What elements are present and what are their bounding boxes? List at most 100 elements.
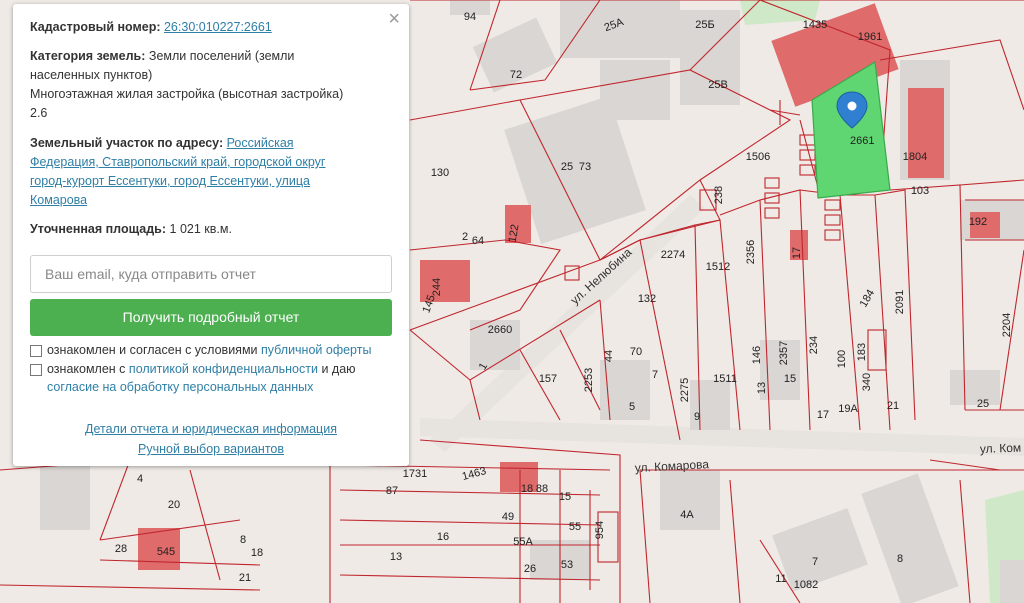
parcel-number-label: 55А [513, 536, 533, 548]
offer-consent-text: ознакомлен и согласен с условиями публич… [47, 341, 392, 359]
parcel-number-label: 1511 [713, 373, 737, 385]
street-name-label: ул. Ком [980, 441, 1022, 456]
email-input[interactable] [30, 255, 392, 293]
parcel-number-label: 1804 [903, 151, 927, 163]
parcel-number-label: 1506 [746, 151, 770, 163]
parcel-number-label: 100 [836, 350, 848, 368]
address-link-3[interactable]: город-курорт Ессентуки, город Ессентуки,… [30, 174, 310, 188]
address-link-4[interactable]: Комарова [30, 193, 87, 207]
parcel-number-label: 2660 [488, 324, 512, 336]
close-icon[interactable]: × [388, 9, 400, 29]
area-label: Уточненная площадь: [30, 222, 167, 236]
privacy-consent-label: ознакомлен с [47, 362, 126, 376]
address-label: Земельный участок по адресу: [30, 136, 224, 150]
address-link-2[interactable]: Федерация, Ставропольский край, городско… [30, 155, 325, 169]
land-category-label: Категория земель: [30, 49, 146, 63]
parcel-number-label: 157 [539, 373, 557, 385]
parcel-number-label: 2 [462, 231, 468, 243]
parcel-number-label: 4А [680, 509, 694, 521]
parcel-number-label: 44 [603, 350, 615, 362]
parcel-number-label: 25 [561, 161, 573, 173]
parcel-number-label: 5 [629, 401, 635, 413]
parcel-number-label: 19А [838, 403, 858, 415]
parcel-number-label: 2204 [1001, 313, 1013, 337]
parcel-number-label: 53 [561, 559, 573, 571]
cadastral-number-link[interactable]: 26:30:010227:2661 [164, 20, 272, 34]
cadastral-number-row: Кадастровый номер: 26:30:010227:2661 [30, 18, 390, 37]
parcel-number-label: 954 [594, 521, 606, 539]
parcel-number-label: 72 [510, 69, 522, 81]
parcel-number-label: 15 [559, 491, 571, 503]
cadastral-number-label: Кадастровый номер: [30, 20, 161, 34]
details-link-row: Детали отчета и юридическая информация [13, 422, 409, 436]
parcel-number-label: 183 [856, 343, 868, 361]
privacy-consent-checkbox[interactable] [30, 364, 42, 376]
get-report-button[interactable]: Получить подробный отчет [30, 299, 392, 336]
report-details-link[interactable]: Детали отчета и юридическая информация [85, 422, 337, 436]
parcel-number-label: 25В [708, 79, 728, 91]
parcel-number-label: 2274 [661, 249, 685, 261]
parcel-number-label: 244 [431, 278, 443, 296]
parcel-number-label: 28 [115, 543, 127, 555]
land-usage-line-1: Многоэтажная жилая застройка (высотная з… [30, 87, 344, 101]
parcel-number-label: 21 [239, 572, 251, 584]
parcel-number-label: 8 [897, 553, 903, 565]
parcel-number-label: 88 [536, 483, 548, 495]
parcel-number-label: 64 [472, 235, 484, 247]
parcel-number-label: 2253 [583, 368, 595, 392]
parcel-number-label: 16 [437, 531, 449, 543]
parcel-number-label: 7 [812, 556, 818, 568]
parcel-number-label: 20 [168, 499, 180, 511]
area-value: 1 021 кв.м. [169, 222, 232, 236]
land-category-value-1: Земли поселений (земли [148, 49, 295, 63]
parcel-number-label: 1731 [403, 468, 427, 480]
parcel-number-label: 94 [464, 11, 476, 23]
parcel-number-label: 192 [969, 216, 987, 228]
parcel-number-label: 17 [817, 409, 829, 421]
parcel-number-label: 1512 [706, 261, 730, 273]
parcel-number-label: 238 [713, 186, 725, 204]
parcel-number-label: 73 [579, 161, 591, 173]
parcel-number-label: 55 [569, 521, 581, 533]
parcel-number-label: 234 [808, 336, 820, 354]
parcel-number-label: 15 [784, 373, 796, 385]
parcel-number-label: 9 [694, 411, 700, 423]
manual-selection-link[interactable]: Ручной выбор вариантов [138, 442, 284, 456]
parcel-number-label: 2091 [894, 290, 906, 314]
selected-parcel-label: 2661 [850, 135, 874, 147]
parcel-number-label: 13 [390, 551, 402, 563]
parcel-number-label: 545 [157, 546, 175, 558]
parcel-number-label: 8 [240, 534, 246, 546]
parcel-number-label: 340 [861, 373, 873, 391]
parcel-number-label: 132 [638, 293, 656, 305]
parcel-number-label: 4 [137, 473, 143, 485]
privacy-consent-mid: и даю [321, 362, 356, 376]
parcel-info-panel: × Кадастровый номер: 26:30:010227:2661 К… [13, 4, 409, 466]
privacy-policy-link[interactable]: политикой конфиденциальности [129, 362, 318, 376]
parcel-number-label: 1082 [794, 579, 818, 591]
offer-consent-checkbox[interactable] [30, 345, 42, 357]
land-category-row: Категория земель: Земли поселений (земли… [30, 47, 390, 123]
data-processing-consent-link[interactable]: согласие на обработку персональных данны… [47, 380, 313, 394]
parcel-number-label: 17 [791, 247, 803, 259]
parcel-number-label: 13 [756, 382, 768, 394]
parcel-number-label: 11 [775, 573, 786, 585]
parcel-number-label: 1961 [858, 31, 882, 43]
address-link-1[interactable]: Российская [227, 136, 294, 150]
parcel-number-label: 184 [858, 288, 878, 310]
parcel-number-label: 146 [751, 346, 763, 364]
offer-consent-label: ознакомлен и согласен с условиями [47, 343, 258, 357]
parcel-number-label: 18 [251, 547, 263, 559]
parcel-number-label: 25 [977, 398, 989, 410]
parcel-number-label: 2356 [745, 240, 757, 264]
public-offer-link[interactable]: публичной оферты [261, 343, 371, 357]
area-row: Уточненная площадь: 1 021 кв.м. [30, 220, 390, 239]
address-row: Земельный участок по адресу: Российская … [30, 134, 390, 210]
parcel-number-label: 87 [386, 485, 398, 497]
manual-select-row: Ручной выбор вариантов [13, 442, 409, 456]
parcel-number-label: 2275 [679, 378, 691, 402]
parcel-number-label: 18 [521, 483, 533, 495]
parcel-number-label: 21 [887, 400, 899, 412]
privacy-consent-text: ознакомлен с политикой конфиденциальност… [47, 360, 392, 396]
parcel-number-label: 26 [524, 563, 536, 575]
